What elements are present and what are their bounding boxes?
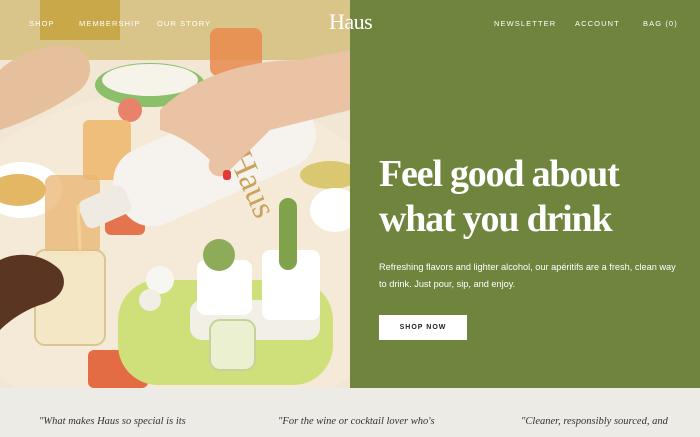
hero-subcopy: Refreshing flavors and lighter alcohol, … [379, 262, 676, 289]
shop-now-button[interactable]: SHOP NOW [379, 315, 467, 340]
nav-link-membership[interactable]: MEMBERSHIP [79, 19, 140, 28]
haus-logo[interactable]: Haus [329, 9, 373, 35]
hero-photo: Haus [0, 0, 350, 388]
testimonial-quote: "For the wine or cocktail lover who's [278, 416, 435, 427]
top-nav: SHOP MEMBERSHIP OUR STORY Haus NEWSLETTE… [0, 0, 700, 46]
testimonial-quote: "What makes Haus so special is its [39, 416, 186, 427]
hero-photo-illustration: Haus [0, 0, 350, 388]
nav-link-newsletter[interactable]: NEWSLETTER [494, 19, 556, 28]
testimonial-quote: "Cleaner, responsibly sourced, and [521, 416, 668, 427]
hero-section: Haus SHOP MEMBERSHIP OUR STORY Haus NEWS… [0, 0, 700, 388]
hero-headline-line2: what you drink [379, 198, 613, 240]
nav-link-our-story[interactable]: OUR STORY [157, 19, 211, 28]
hero-headline-line1: Feel good about [379, 153, 620, 195]
hero-headline: Feel good about what you drink [379, 152, 679, 242]
nav-link-bag[interactable]: BAG (0) [643, 19, 678, 28]
nav-link-shop[interactable]: SHOP [29, 19, 55, 28]
nav-link-account[interactable]: ACCOUNT [575, 19, 620, 28]
testimonials-strip: "What makes Haus so special is its "For … [0, 388, 700, 437]
